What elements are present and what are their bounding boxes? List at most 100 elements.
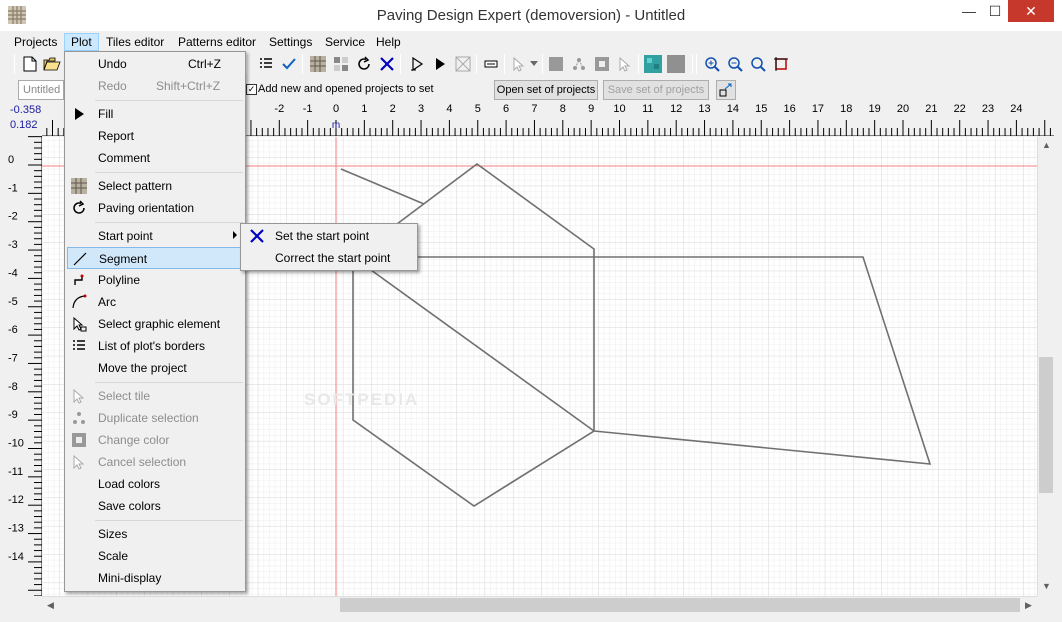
menu-correct-start-point[interactable]: Correct the start point [243,247,415,269]
menu-paving-orientation[interactable]: Paving orientation [67,197,243,219]
tile-texture-icon[interactable] [643,54,663,74]
segment-label: Segment [99,252,148,266]
menu-polyline[interactable]: Polyline [67,269,243,291]
menu-save-colors[interactable]: Save colors [67,495,243,517]
zoom-area-icon[interactable] [771,54,791,74]
menu-cancel-selection[interactable]: Cancel selection [67,451,243,473]
change-color-label: Change color [98,433,170,447]
menu-arc[interactable]: Arc [67,291,243,313]
menu-scale[interactable]: Scale [67,545,243,567]
select-arrow-icon [71,388,87,404]
menu-mini-display[interactable]: Mini-display [67,567,243,589]
select-graphic-label: Select graphic element [98,317,221,331]
rotate-icon[interactable] [354,54,374,74]
ruler-unit: m [332,120,340,131]
vertical-scrollbar[interactable]: ▲ ▼ [1037,137,1054,596]
tile-fill-icon[interactable] [331,54,351,74]
menu-set-start-point[interactable]: Set the start point [243,225,415,247]
menu-plot[interactable]: Plot [64,33,99,51]
chevron-down-icon[interactable] [529,54,539,74]
add-to-set-checkbox[interactable]: ✓ [246,84,257,95]
close-button[interactable]: ✕ [1008,0,1054,22]
vertical-scroll-thumb[interactable] [1039,357,1053,493]
menu-separator [95,520,243,521]
maximize-button[interactable]: ☐ [982,0,1008,22]
menu-move-project[interactable]: Move the project [67,357,243,379]
scale-label: Scale [98,549,129,563]
zoom-out-icon[interactable] [725,54,745,74]
menu-undo[interactable]: Undo Ctrl+Z [67,53,243,75]
resize-icon[interactable] [716,80,736,100]
scroll-down-icon[interactable]: ▼ [1038,578,1055,595]
new-file-icon[interactable] [20,54,40,74]
menu-help[interactable]: Help [370,33,407,51]
toolbar-separator [638,54,639,74]
eraser-icon[interactable] [481,54,501,74]
rotate-icon [71,200,87,216]
ruler-label: -10 [8,438,24,450]
change-color-icon[interactable] [592,54,612,74]
open-set-button[interactable]: Open set of projects [494,80,598,100]
ruler-label: 21 [925,103,937,115]
redo-shortcut: Shift+Ctrl+Z [156,79,221,93]
menu-service[interactable]: Service [319,33,371,51]
ruler-label: 0 [8,154,14,166]
select-pattern-icon[interactable] [308,54,328,74]
mini-display-label: Mini-display [98,571,162,585]
ruler-label: -1 [8,182,18,194]
scroll-right-icon[interactable]: ▶ [1020,597,1037,614]
cancel-selection-icon[interactable] [615,54,635,74]
list-borders-icon[interactable] [256,54,276,74]
redo-label: Redo [98,79,127,93]
menu-fill[interactable]: Fill [67,103,243,125]
menu-patterns-editor[interactable]: Patterns editor [172,33,262,51]
horizontal-scrollbar[interactable]: ◀ ▶ [42,596,1037,613]
menu-select-tile[interactable]: Select tile [67,385,243,407]
menu-change-color[interactable]: Change color [67,429,243,451]
cross-icon[interactable] [377,54,397,74]
project-tab[interactable]: Untitled [18,80,64,100]
toolbar-separator [400,54,401,74]
paving-orientation-label: Paving orientation [98,201,195,215]
menu-select-pattern[interactable]: Select pattern [67,175,243,197]
disabled-grid-icon[interactable] [453,54,473,74]
menu-separator [95,100,243,101]
fill-gray-icon[interactable] [666,54,686,74]
menu-redo[interactable]: Redo Shift+Ctrl+Z [67,75,243,97]
menu-comment[interactable]: Comment [67,147,243,169]
menu-projects[interactable]: Projects [8,33,63,51]
menu-tiles-editor[interactable]: Tiles editor [100,33,170,51]
checkmark-icon[interactable] [279,54,299,74]
toolbar-separator [696,54,697,74]
minimize-button[interactable]: — [956,0,982,22]
scroll-left-icon[interactable]: ◀ [42,597,59,614]
horizontal-scroll-thumb[interactable] [340,598,1020,612]
menu-select-graphic[interactable]: Select graphic element [67,313,243,335]
save-set-button[interactable]: Save set of projects [603,80,709,100]
color-block-icon[interactable] [546,54,566,74]
menu-settings[interactable]: Settings [263,33,318,51]
open-folder-icon[interactable] [42,54,62,74]
duplicate-selection-label: Duplicate selection [98,411,199,425]
ruler-label: 5 [475,103,481,115]
select-arrow-icon[interactable] [509,54,529,74]
ruler-label: -1 [303,103,313,115]
scroll-up-icon[interactable]: ▲ [1038,137,1055,154]
menu-report[interactable]: Report [67,125,243,147]
menu-segment[interactable]: Segment [67,247,243,269]
window-title: Paving Design Expert (demoversion) - Unt… [376,7,686,24]
zoom-in-icon[interactable] [702,54,722,74]
menu-sizes[interactable]: Sizes [67,523,243,545]
menu-list-borders[interactable]: List of plot's borders [67,335,243,357]
zoom-fit-icon[interactable] [748,54,768,74]
step-start-icon[interactable] [407,54,427,74]
duplicate-selection-icon[interactable] [569,54,589,74]
menu-start-point[interactable]: Start point [67,225,243,247]
cross-icon [250,229,264,243]
correct-start-point-label: Correct the start point [275,251,391,265]
menu-load-colors[interactable]: Load colors [67,473,243,495]
list-borders-label: List of plot's borders [98,339,206,353]
menu-duplicate-selection[interactable]: Duplicate selection [67,407,243,429]
play-icon[interactable] [430,54,450,74]
ruler-label: -14 [8,551,24,563]
